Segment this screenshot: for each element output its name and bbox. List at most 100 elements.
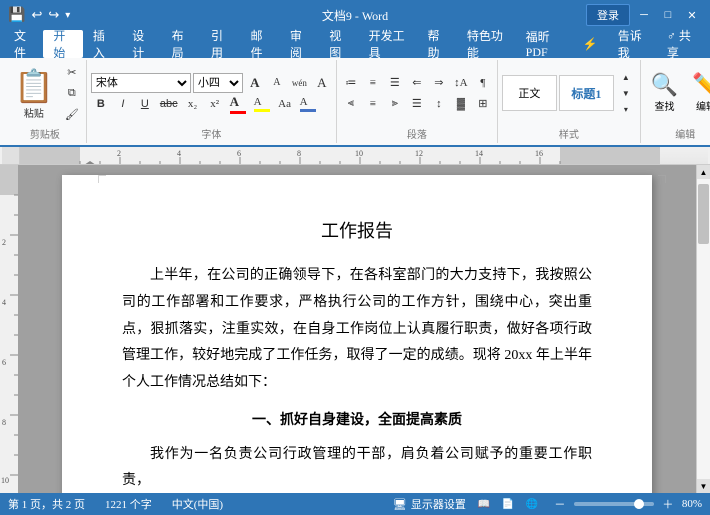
clear-format-button[interactable]: A — [312, 73, 332, 93]
horizontal-ruler: 2 4 6 8 10 12 14 — [0, 147, 710, 165]
display-settings[interactable]: 🖥 显示器设置 — [393, 496, 466, 512]
line-spacing-button[interactable]: ↕ — [429, 94, 449, 114]
superscript-button[interactable]: x² — [205, 94, 225, 114]
align-right-button[interactable]: ⫸ — [385, 94, 405, 114]
scroll-down-button[interactable]: ▼ — [697, 479, 710, 493]
zoom-out-button[interactable]: － — [550, 494, 570, 514]
ribbon-group-styles: 正文 标题1 ▲ ▼ ▾ 样式 — [498, 60, 641, 143]
ribbon-group-editing: 🔍 查找 ✏️ 编辑 编辑 — [641, 60, 710, 143]
find-button[interactable]: 🔍 查找 — [645, 70, 684, 117]
bold-button[interactable]: B — [91, 94, 111, 114]
align-center-button[interactable]: ≡ — [363, 94, 383, 114]
menu-features[interactable]: 特色功能 — [457, 30, 516, 58]
zoom-in-button[interactable]: ＋ — [658, 494, 678, 514]
undo-icon[interactable]: ↩ — [31, 7, 42, 23]
title-bar-left: 💾 ↩ ↪ ▾ — [8, 7, 70, 24]
justify-button[interactable]: ☰ — [407, 94, 427, 114]
copy-button[interactable]: ⧉ — [62, 83, 82, 103]
customize-icon[interactable]: ▾ — [65, 10, 70, 21]
menu-share[interactable]: ♂ 共享 — [657, 30, 706, 58]
menu-lightning[interactable]: ⚡ — [573, 30, 608, 58]
menu-design[interactable]: 设计 — [122, 30, 161, 58]
italic-button[interactable]: I — [113, 94, 133, 114]
borders-button[interactable]: ⊞ — [473, 94, 493, 114]
zoom-thumb[interactable] — [634, 499, 644, 509]
find-label: 查找 — [655, 98, 675, 113]
document-page[interactable]: 工作报告 上半年，在公司的正确领导下，在各科室部门的大力支持下，我按照公司的工作… — [62, 175, 652, 493]
zoom-slider[interactable] — [574, 502, 654, 506]
highlight-bar — [254, 109, 270, 112]
document-section-1-title: 一、抓好自身建设，全面提高素质 — [122, 408, 592, 433]
font-name-select[interactable]: 宋体 — [91, 73, 191, 93]
menu-developer[interactable]: 开发工具 — [359, 30, 418, 58]
scroll-up-button[interactable]: ▲ — [697, 165, 710, 179]
menu-view[interactable]: 视图 — [319, 30, 358, 58]
redo-icon[interactable]: ↪ — [48, 7, 59, 23]
decrease-indent-button[interactable]: ⇐ — [407, 73, 427, 93]
vertical-scrollbar[interactable]: ▲ ▼ — [696, 165, 710, 493]
menu-tell-me[interactable]: 告诉我 — [608, 30, 657, 58]
font-grow-button[interactable]: A — [245, 73, 265, 93]
format-paint-button[interactable]: 🖌 — [62, 104, 82, 124]
view-print-button[interactable]: 📄 — [498, 494, 518, 514]
subscript-button[interactable]: x₂ — [183, 94, 203, 114]
font-label: 字体 — [91, 124, 332, 141]
menu-home[interactable]: 开始 — [43, 30, 82, 58]
editing-button[interactable]: ✏️ 编辑 — [686, 70, 710, 117]
multilevel-button[interactable]: ☰ — [385, 73, 405, 93]
scroll-thumb[interactable] — [698, 184, 709, 244]
style-heading1[interactable]: 标题1 — [559, 75, 614, 111]
menu-foxitpdf[interactable]: 福昕PDF — [516, 30, 573, 58]
menu-references[interactable]: 引用 — [201, 30, 240, 58]
styles-scroll-down[interactable]: ▼ — [616, 87, 636, 99]
language: 中文(中国) — [172, 496, 223, 512]
paste-button[interactable]: 📋 粘贴 — [8, 63, 60, 124]
font-shrink-button[interactable]: A — [267, 73, 287, 93]
sort-button[interactable]: ↕A — [451, 73, 471, 93]
save-icon[interactable]: 💾 — [8, 7, 25, 24]
menu-layout[interactable]: 布局 — [162, 30, 201, 58]
font-color2-button[interactable]: A — [297, 94, 319, 114]
font-size-select[interactable]: 小四 — [193, 73, 243, 93]
strikethrough-button[interactable]: abc — [157, 94, 181, 114]
close-button[interactable]: ✕ — [682, 5, 702, 25]
maximize-button[interactable]: □ — [658, 5, 678, 25]
case-button[interactable]: Aa — [275, 94, 295, 114]
bullets-button[interactable]: ≔ — [341, 73, 361, 93]
increase-indent-button[interactable]: ⇒ — [429, 73, 449, 93]
editing-icon: ✏️ — [692, 74, 710, 96]
menu-file[interactable]: 文件 — [4, 30, 43, 58]
styles-more[interactable]: ▾ — [616, 103, 636, 115]
view-read-button[interactable]: 📖 — [474, 494, 494, 514]
menu-review[interactable]: 审阅 — [280, 30, 319, 58]
font-color-button[interactable]: A — [227, 94, 249, 114]
underline-button[interactable]: U — [135, 94, 155, 114]
document-area: 工作报告 上半年，在公司的正确领导下，在各科室部门的大力支持下，我按照公司的工作… — [18, 165, 696, 493]
cut-button[interactable]: ✂ — [62, 62, 82, 82]
numbering-button[interactable]: ≡ — [363, 73, 383, 93]
login-button[interactable]: 登录 — [586, 4, 630, 26]
scroll-track[interactable] — [697, 179, 710, 479]
shading-button[interactable]: ▓ — [451, 94, 471, 114]
style-normal-label: 正文 — [518, 85, 540, 101]
style-normal[interactable]: 正文 — [502, 75, 557, 111]
menu-help[interactable]: 帮助 — [417, 30, 456, 58]
align-left-button[interactable]: ⫷ — [341, 94, 361, 114]
show-para-button[interactable]: ¶ — [473, 73, 493, 93]
styles-scroll-up[interactable]: ▲ — [616, 71, 636, 83]
document-paragraph-2: 我作为一名负责公司行政管理的干部，肩负着公司赋予的重要工作职责， — [122, 442, 592, 493]
ruler-corner[interactable] — [2, 147, 20, 165]
menu-insert[interactable]: 插入 — [83, 30, 122, 58]
doc-title: 文档9 - Word — [322, 7, 388, 24]
view-web-button[interactable]: 🌐 — [522, 494, 542, 514]
menu-bar: 文件 开始 插入 设计 布局 引用 邮件 审阅 视图 开发工具 帮助 特色功能 … — [0, 30, 710, 58]
language-text: 中文(中国) — [172, 496, 223, 512]
page-info: 第 1 页，共 2 页 — [8, 496, 85, 512]
minimize-button[interactable]: ─ — [634, 5, 654, 25]
wen-button[interactable]: wén — [289, 73, 310, 93]
highlight-button[interactable]: A — [251, 94, 273, 114]
menu-mail[interactable]: 邮件 — [240, 30, 279, 58]
ruler-content: 2 4 6 8 10 12 14 — [20, 147, 708, 164]
editing-label: 编辑 — [696, 98, 710, 113]
svg-text:4: 4 — [177, 149, 181, 158]
